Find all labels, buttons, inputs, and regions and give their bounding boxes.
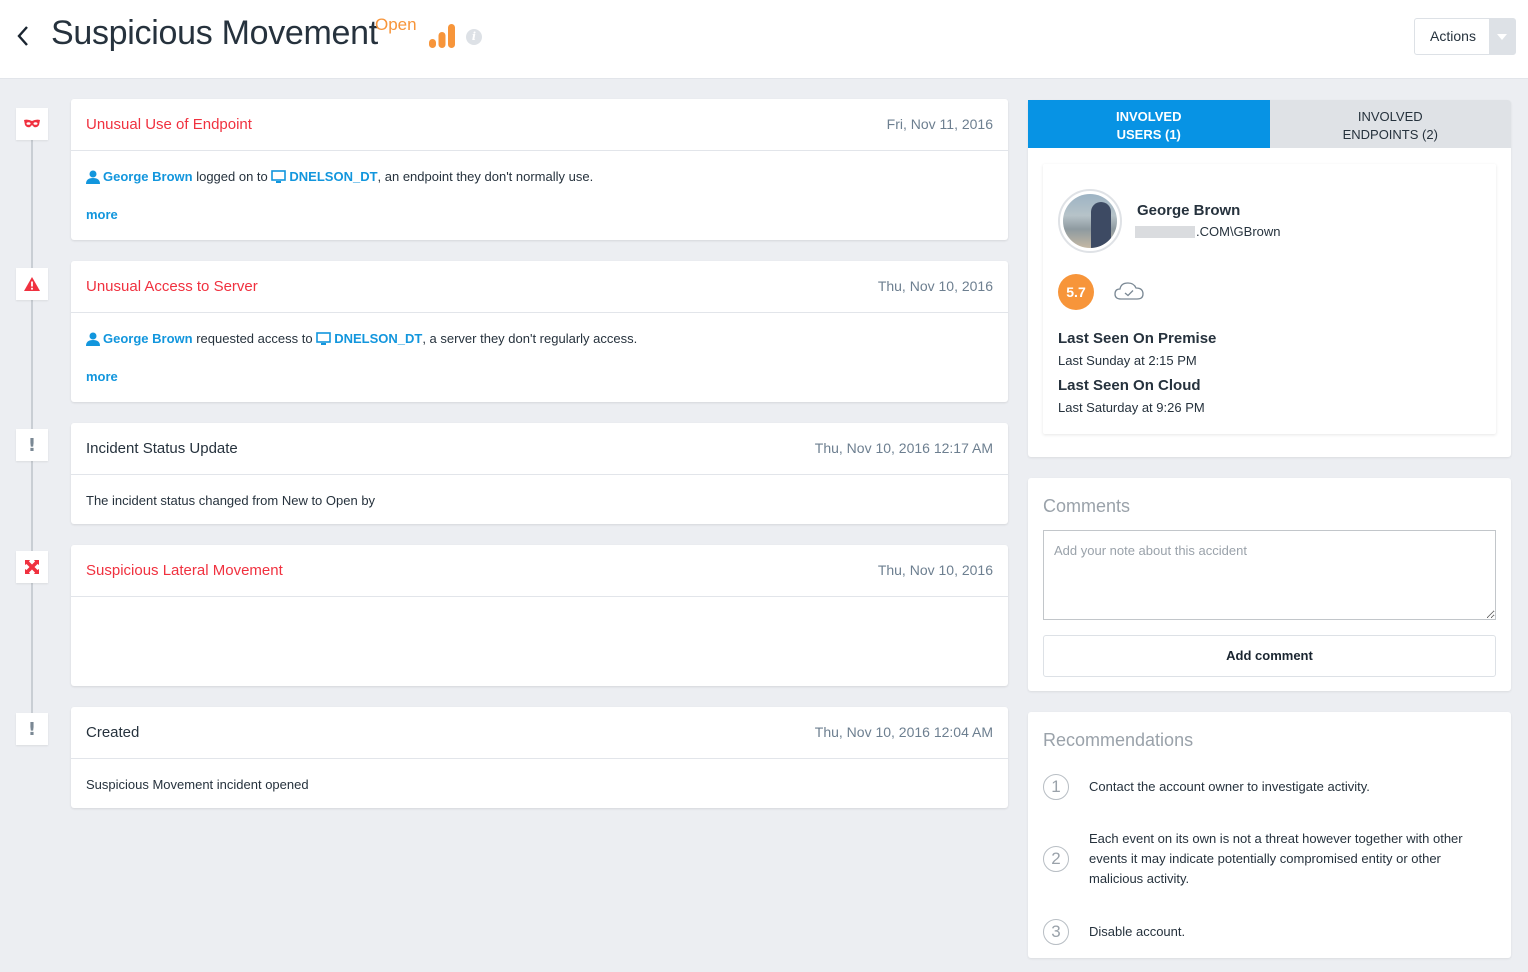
monitor-icon: [271, 170, 287, 183]
recommendation-item: 1 Contact the account owner to investiga…: [1043, 774, 1483, 800]
card-date: Thu, Nov 10, 2016 12:04 AM: [814, 724, 993, 740]
tab-label: ENDPOINTS (2): [1342, 127, 1438, 142]
last-seen-cloud-label: Last Seen On Cloud: [1058, 377, 1201, 394]
info-icon[interactable]: i: [466, 29, 482, 45]
card-date: Fri, Nov 11, 2016: [886, 116, 993, 132]
account-name: .COM\GBrown: [1196, 224, 1281, 239]
user-account: .COM\GBrown: [1135, 224, 1281, 239]
redacted-domain: [1135, 225, 1195, 238]
user-link[interactable]: George Brown: [103, 169, 193, 184]
card-date: Thu, Nov 10, 2016: [877, 562, 993, 578]
event-suffix: , a server they don't regularly access.: [422, 331, 638, 346]
caret-down-icon[interactable]: [1489, 19, 1515, 54]
tab-label: INVOLVED: [1357, 109, 1423, 124]
recommendation-number: 1: [1043, 774, 1069, 800]
card-title: Created: [86, 724, 140, 741]
lateral-movement-icon: [16, 551, 48, 583]
user-card: George Brown .COM\GBrown 5.7 Last Seen O…: [1043, 164, 1496, 434]
comments-panel: Comments Add comment: [1028, 478, 1511, 691]
last-seen-premise-label: Last Seen On Premise: [1058, 330, 1217, 347]
recommendations-panel: Recommendations 1 Contact the account ow…: [1028, 712, 1511, 958]
recommendation-text: Contact the account owner to investigate…: [1089, 779, 1370, 794]
exclamation-icon: !: [16, 713, 48, 745]
comment-input[interactable]: [1043, 530, 1496, 620]
back-button[interactable]: [12, 22, 34, 50]
card-date: Thu, Nov 10, 2016 12:17 AM: [814, 440, 993, 456]
actions-label: Actions: [1430, 28, 1476, 44]
endpoint-link[interactable]: DNELSON_DT: [334, 331, 422, 346]
timeline-card: Created Thu, Nov 10, 2016 12:04 AM Suspi…: [71, 707, 1008, 808]
card-title[interactable]: Suspicious Lateral Movement: [86, 562, 283, 579]
card-title[interactable]: Unusual Use of Endpoint: [86, 116, 252, 133]
card-title[interactable]: Unusual Access to Server: [86, 278, 258, 295]
endpoint-link[interactable]: DNELSON_DT: [289, 169, 377, 184]
timeline-card: Incident Status Update Thu, Nov 10, 2016…: [71, 423, 1008, 524]
risk-score-badge: 5.7: [1058, 274, 1094, 310]
add-comment-button[interactable]: Add comment: [1043, 635, 1496, 677]
status-badge: Open: [375, 15, 417, 34]
chevron-left-icon: [17, 26, 28, 46]
actions-dropdown[interactable]: Actions: [1414, 18, 1516, 55]
recommendation-item: 3 Disable account.: [1043, 919, 1483, 945]
event-verb: logged on to: [196, 169, 268, 184]
cloud-check-icon: [1114, 282, 1144, 300]
card-body-text: Suspicious Movement incident opened: [86, 777, 309, 792]
monitor-icon: [316, 332, 331, 345]
tab-involved-endpoints[interactable]: INVOLVED ENDPOINTS (2): [1269, 100, 1511, 148]
last-seen-premise-value: Last Sunday at 2:15 PM: [1058, 353, 1197, 368]
exclamation-icon: !: [16, 429, 48, 461]
page-header: Suspicious Movement Open i Actions: [0, 0, 1528, 79]
last-seen-cloud-value: Last Saturday at 9:26 PM: [1058, 400, 1205, 415]
recommendations-title: Recommendations: [1043, 730, 1194, 750]
card-body-text: The incident status changed from New to …: [86, 493, 376, 508]
comments-title: Comments: [1043, 496, 1131, 516]
recommendation-text: Each event on its own is not a threat ho…: [1089, 831, 1463, 886]
card-title: Incident Status Update: [86, 440, 238, 457]
user-icon: [86, 332, 100, 346]
tab-label: USERS (1): [1116, 127, 1181, 142]
event-suffix: , an endpoint they don't normally use.: [377, 169, 594, 184]
more-link[interactable]: more: [86, 369, 118, 384]
involved-tabs: INVOLVED USERS (1) INVOLVED ENDPOINTS (2…: [1028, 100, 1511, 148]
signal-bars-icon: [429, 24, 455, 48]
involved-panel: INVOLVED USERS (1) INVOLVED ENDPOINTS (2…: [1028, 100, 1511, 457]
recommendation-item: 2 Each event on its own is not a threat …: [1043, 829, 1483, 889]
card-date: Thu, Nov 10, 2016: [877, 278, 993, 294]
tab-label: INVOLVED: [1116, 109, 1182, 124]
recommendation-text: Disable account.: [1089, 924, 1186, 939]
user-name[interactable]: George Brown: [1137, 202, 1240, 219]
warning-icon: [16, 268, 48, 300]
avatar[interactable]: [1058, 189, 1122, 253]
card-body-text: [86, 613, 993, 633]
mask-icon: [16, 108, 48, 140]
more-link[interactable]: more: [86, 207, 118, 222]
event-verb: requested access to: [196, 331, 313, 346]
recommendation-number: 2: [1043, 846, 1069, 872]
recommendation-number: 3: [1043, 919, 1069, 945]
user-link[interactable]: George Brown: [103, 331, 193, 346]
page-title: Suspicious Movement: [51, 14, 378, 52]
tab-involved-users[interactable]: INVOLVED USERS (1): [1028, 100, 1270, 148]
user-icon: [86, 170, 100, 184]
timeline-card: Suspicious Lateral Movement Thu, Nov 10,…: [71, 545, 1008, 686]
timeline-card: Unusual Access to Server Thu, Nov 10, 20…: [71, 261, 1008, 402]
timeline-card: Unusual Use of Endpoint Fri, Nov 11, 201…: [71, 99, 1008, 240]
